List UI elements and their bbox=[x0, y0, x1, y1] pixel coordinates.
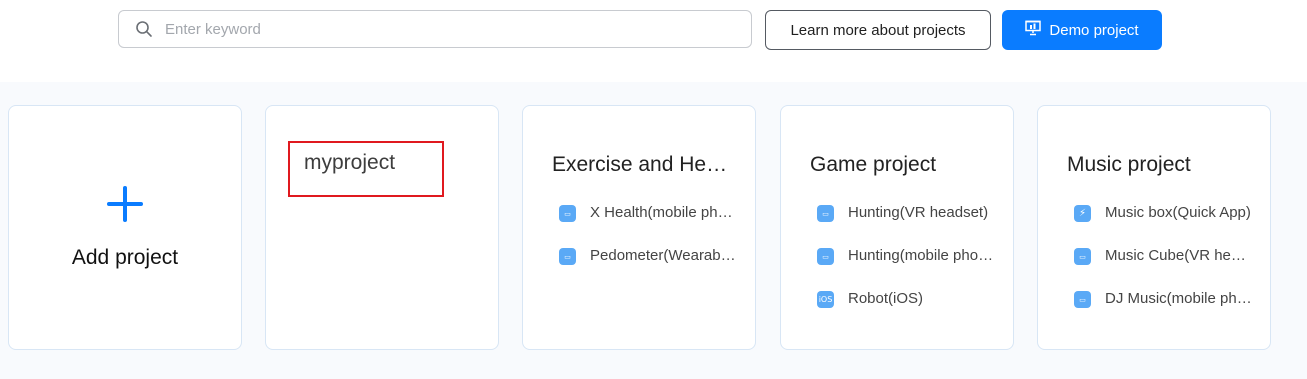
app-label: Pedometer(Wearable) bbox=[590, 247, 737, 264]
project-app-item[interactable]: iOS Robot(iOS) bbox=[817, 288, 997, 331]
ios-app-icon: iOS bbox=[817, 291, 834, 308]
learn-more-button[interactable]: Learn more about projects bbox=[765, 10, 991, 50]
harmony-app-icon: ▭ bbox=[559, 248, 576, 265]
project-title: Exercise and Health bbox=[552, 153, 730, 176]
search-input[interactable] bbox=[163, 19, 727, 39]
search-icon bbox=[135, 20, 153, 38]
app-label: X Health(mobile phone) bbox=[590, 204, 737, 221]
learn-more-label: Learn more about projects bbox=[790, 21, 966, 39]
project-card-exercise[interactable]: Exercise and Health ▭ X Health(mobile ph… bbox=[522, 105, 756, 350]
project-card-music[interactable]: Music project ⚡ Music box(Quick App) ▭ M… bbox=[1037, 105, 1271, 350]
app-label: Hunting(mobile phone) bbox=[848, 247, 995, 264]
project-card-game[interactable]: Game project ▭ Hunting(VR headset) ▭ Hun… bbox=[780, 105, 1014, 350]
harmony-app-icon: ▭ bbox=[817, 248, 834, 265]
harmony-app-icon: ▭ bbox=[817, 205, 834, 222]
plus-icon bbox=[107, 186, 143, 222]
project-app-item[interactable]: ▭ Pedometer(Wearable) bbox=[559, 245, 739, 288]
app-label: Music box(Quick App) bbox=[1105, 204, 1251, 221]
harmony-app-icon: ▭ bbox=[1074, 248, 1091, 265]
project-title: Music project bbox=[1067, 153, 1191, 176]
harmony-app-icon: ▭ bbox=[559, 205, 576, 222]
highlight-box: myproject bbox=[288, 141, 444, 197]
project-app-item[interactable]: ▭ DJ Music(mobile phone) bbox=[1074, 288, 1254, 331]
app-label: Robot(iOS) bbox=[848, 290, 924, 307]
project-app-item[interactable]: ▭ Music Cube(VR headset) bbox=[1074, 245, 1254, 288]
demo-project-button[interactable]: Demo project bbox=[1002, 10, 1162, 50]
project-app-item[interactable]: ▭ Hunting(mobile phone) bbox=[817, 245, 997, 288]
app-label: DJ Music(mobile phone) bbox=[1105, 290, 1252, 307]
harmony-app-icon: ▭ bbox=[1074, 291, 1091, 308]
search-box[interactable] bbox=[118, 10, 752, 48]
project-app-item[interactable]: ⚡ Music box(Quick App) bbox=[1074, 202, 1254, 245]
add-project-label: Add project bbox=[71, 246, 179, 269]
project-title: myproject bbox=[304, 151, 396, 174]
project-app-item[interactable]: ▭ X Health(mobile phone) bbox=[559, 202, 739, 245]
project-title: Game project bbox=[810, 153, 937, 176]
app-label: Music Cube(VR headset) bbox=[1105, 247, 1252, 264]
demo-project-label: Demo project bbox=[1049, 21, 1139, 39]
presentation-icon bbox=[1025, 20, 1042, 40]
quick-app-icon: ⚡ bbox=[1074, 205, 1091, 222]
add-project-card[interactable]: Add project bbox=[8, 105, 242, 350]
app-label: Hunting(VR headset) bbox=[848, 204, 989, 221]
project-app-item[interactable]: ▭ Hunting(VR headset) bbox=[817, 202, 997, 245]
project-card-myproject[interactable]: myproject bbox=[265, 105, 499, 350]
